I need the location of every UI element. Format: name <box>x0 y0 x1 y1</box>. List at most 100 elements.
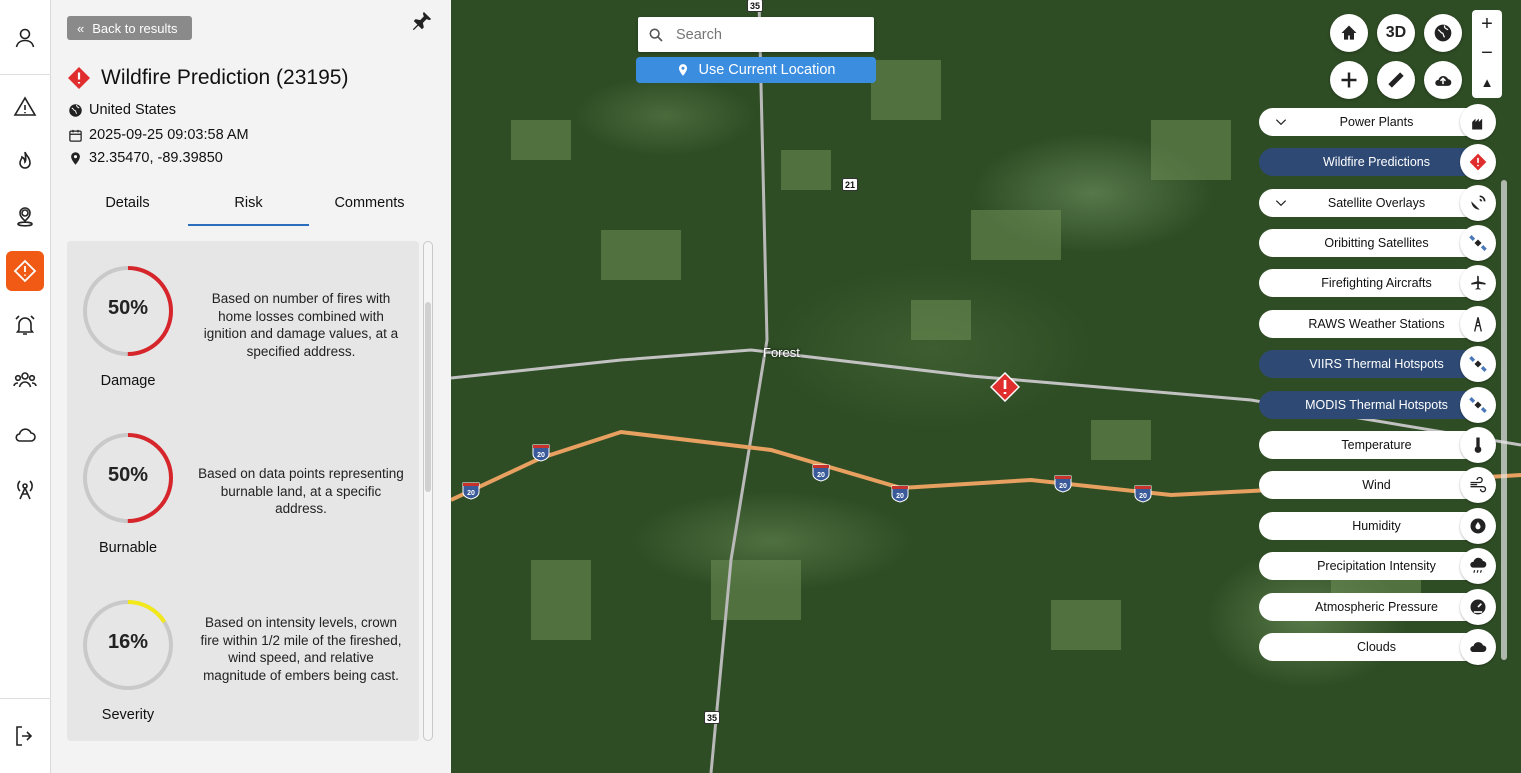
zoom-out-button[interactable]: − <box>1481 39 1493 68</box>
double-chevron-left-icon: « <box>77 20 85 36</box>
layer-label: Temperature <box>1341 438 1412 452</box>
route-label: 21 <box>842 178 858 191</box>
layer-label: Clouds <box>1357 640 1396 654</box>
pin-icon[interactable] <box>411 10 433 32</box>
home-icon <box>1341 25 1357 40</box>
home-button[interactable] <box>1330 14 1368 52</box>
layer-label: Precipitation Intensity <box>1317 559 1436 573</box>
globe-icon <box>1434 24 1452 42</box>
cloud-icon[interactable] <box>1460 629 1496 665</box>
layer-label: Humidity <box>1352 519 1401 533</box>
scroll-thumb[interactable] <box>425 302 431 492</box>
globe-button[interactable] <box>1424 14 1462 52</box>
layer-toggle[interactable]: Temperature <box>1259 431 1494 459</box>
wildfire-prediction-nav-button[interactable] <box>6 251 44 291</box>
country-row: United States <box>68 102 176 118</box>
add-button[interactable] <box>1330 61 1368 99</box>
layer-toggle[interactable]: Power Plants <box>1259 108 1494 136</box>
search-icon <box>649 28 663 42</box>
risk-percentage: 50% <box>107 297 149 319</box>
interstate-shield: 20 <box>532 444 550 462</box>
user-icon[interactable] <box>6 18 44 58</box>
gauge-icon[interactable] <box>1460 589 1496 625</box>
plus-icon <box>1341 72 1357 88</box>
layer-toggle[interactable]: VIIRS Thermal Hotspots <box>1259 350 1494 378</box>
wildfire-prediction-icon <box>13 259 37 283</box>
search-input[interactable] <box>676 26 856 43</box>
layer-toggle[interactable]: Humidity <box>1259 512 1494 540</box>
country-text: United States <box>89 102 177 118</box>
risk-percentage: 16% <box>107 631 149 653</box>
zoom-in-button[interactable]: + <box>1481 10 1493 39</box>
risk-label: Burnable <box>98 540 158 556</box>
3d-toggle-button[interactable]: 3D <box>1377 14 1415 52</box>
warning-icon[interactable] <box>6 87 44 127</box>
measure-button[interactable] <box>1377 61 1415 99</box>
layer-toggle[interactable]: Clouds <box>1259 633 1494 661</box>
layer-toggle[interactable]: Oribitting Satellites <box>1259 229 1494 257</box>
use-current-location-button[interactable]: Use Current Location <box>636 57 876 83</box>
layer-label: MODIS Thermal Hotspots <box>1305 398 1448 412</box>
nav-rail <box>0 0 51 773</box>
fire-icon[interactable] <box>6 141 44 181</box>
power-plant-icon[interactable] <box>1460 104 1496 140</box>
layer-label: Power Plants <box>1339 115 1414 129</box>
upload-button[interactable] <box>1424 61 1462 99</box>
tab-comments[interactable]: Comments <box>309 190 430 226</box>
interstate-shield: 20 <box>812 464 830 482</box>
interstate-shield: 20 <box>891 485 909 503</box>
layer-toggle[interactable]: Wildfire Predictions <box>1259 148 1494 176</box>
svg-text:20: 20 <box>1139 493 1147 500</box>
location-pin-icon[interactable] <box>6 196 44 236</box>
layer-scrollbar[interactable] <box>1501 180 1507 660</box>
layer-label: Oribitting Satellites <box>1324 236 1429 250</box>
chevron-down-icon[interactable] <box>1274 196 1288 210</box>
coords-text: 32.35470, -89.39850 <box>89 150 223 166</box>
layer-toggle[interactable]: RAWS Weather Stations <box>1259 310 1494 338</box>
satellite-icon[interactable] <box>1460 225 1496 261</box>
risk-description: Based on data points representing burnab… <box>198 466 404 516</box>
compass-icon[interactable]: ▲ <box>1481 68 1494 97</box>
rain-cloud-icon[interactable] <box>1460 548 1496 584</box>
layer-toggle[interactable]: Precipitation Intensity <box>1259 552 1494 580</box>
layer-toggle[interactable]: Firefighting Aircrafts <box>1259 269 1494 297</box>
tab-risk[interactable]: Risk <box>188 190 309 226</box>
tab-details[interactable]: Details <box>67 190 188 226</box>
wildfire-marker[interactable] <box>990 372 1020 402</box>
alarm-bell-icon[interactable] <box>6 305 44 345</box>
logout-icon[interactable] <box>6 716 44 756</box>
panel-scrollbar[interactable] <box>423 241 433 741</box>
cloud-icon[interactable] <box>6 415 44 455</box>
calendar-icon <box>69 129 82 142</box>
route-label: 35 <box>747 0 763 12</box>
thermometer-icon[interactable] <box>1460 427 1496 463</box>
layer-toggle[interactable]: MODIS Thermal Hotspots <box>1259 391 1494 419</box>
wind-icon[interactable] <box>1460 467 1496 503</box>
people-icon[interactable] <box>6 360 44 400</box>
place-label: Forest <box>763 345 800 360</box>
tower-icon[interactable] <box>6 469 44 509</box>
cloud-upload-icon <box>1435 75 1452 86</box>
satellite-icon[interactable] <box>1460 346 1496 382</box>
interstate-shield: 20 <box>1054 475 1072 493</box>
title-row: Wildfire Prediction (23195) <box>67 66 348 90</box>
satellite-dish-icon[interactable] <box>1460 185 1496 221</box>
layer-toggle[interactable]: Satellite Overlays <box>1259 189 1494 217</box>
layer-toggle[interactable]: Atmospheric Pressure <box>1259 593 1494 621</box>
chevron-down-icon[interactable] <box>1274 115 1288 129</box>
interstate-shield: 20 <box>1134 485 1152 503</box>
humidity-icon[interactable] <box>1460 508 1496 544</box>
weather-station-icon[interactable] <box>1460 306 1496 342</box>
map-view[interactable]: Use Current Location 35 21 35 Forest 20 … <box>451 0 1521 773</box>
back-to-results-button[interactable]: « Back to results <box>67 16 192 40</box>
layer-toggle[interactable]: Wind <box>1259 471 1494 499</box>
search-bar[interactable] <box>638 17 874 52</box>
layer-label: Atmospheric Pressure <box>1315 600 1438 614</box>
airplane-icon[interactable] <box>1460 265 1496 301</box>
risk-gauge-damage: 50% Damage <box>81 264 175 389</box>
risk-percentage: 50% <box>107 464 149 486</box>
wildfire-prediction-icon[interactable] <box>1460 144 1496 180</box>
zoom-controls: + − ▲ <box>1472 10 1502 98</box>
satellite-icon[interactable] <box>1460 387 1496 423</box>
risk-label: Damage <box>100 373 156 389</box>
